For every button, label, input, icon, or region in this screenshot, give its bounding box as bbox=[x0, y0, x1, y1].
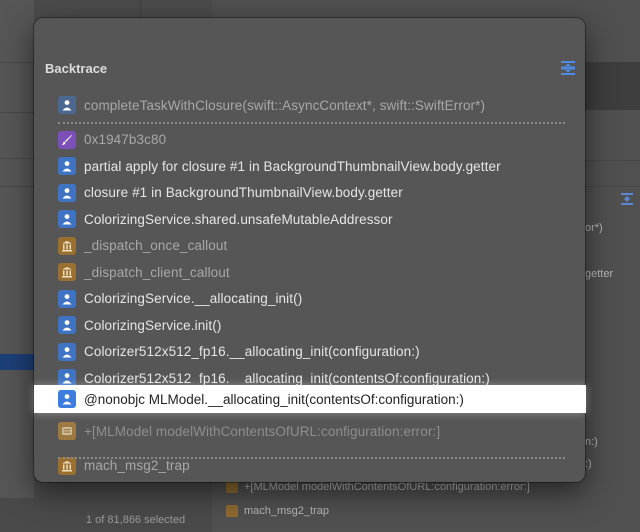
backtrace-frame[interactable]: +[MLModel modelWithContentsOfURL:configu… bbox=[34, 418, 585, 445]
frame-label: _dispatch_client_callout bbox=[84, 264, 230, 280]
background-frame-text: +[MLModel modelWithContentsOfURL:configu… bbox=[244, 481, 530, 493]
background-text: or*) bbox=[585, 222, 603, 234]
frame-label: ColorizingService.__allocating_init() bbox=[84, 291, 303, 307]
frame-label: ColorizingService.shared.unsafeMutableAd… bbox=[84, 211, 393, 227]
background-frame-text: mach_msg2_trap bbox=[244, 505, 329, 517]
row-divider bbox=[0, 112, 34, 113]
backtrace-frame[interactable]: _dispatch_once_callout bbox=[34, 233, 585, 260]
background-left-pane bbox=[0, 0, 34, 532]
frame-label: closure #1 in BackgroundThumbnailView.bo… bbox=[84, 185, 403, 201]
user-code-icon bbox=[58, 210, 76, 229]
library-icon bbox=[58, 456, 76, 475]
user-code-icon bbox=[58, 289, 76, 308]
frame-label: +[MLModel modelWithContentsOfURL:configu… bbox=[84, 423, 441, 439]
library-icon bbox=[58, 236, 76, 255]
frame-label: _dispatch_once_callout bbox=[84, 238, 228, 254]
backtrace-frame[interactable]: closure #1 in BackgroundThumbnailView.bo… bbox=[34, 180, 585, 207]
backtrace-frame[interactable]: 0x1947b3c80 bbox=[34, 127, 585, 154]
user-code-icon bbox=[58, 390, 76, 408]
frame-label: Colorizer512x512_fp16.__allocating_init(… bbox=[84, 370, 490, 386]
user-code-icon bbox=[58, 183, 76, 202]
row-divider bbox=[0, 62, 34, 63]
selected-backtrace-frame[interactable]: @nonobjc MLModel.__allocating_init(conte… bbox=[34, 385, 586, 413]
user-code-icon bbox=[58, 157, 76, 176]
frame-label: completeTaskWithClosure(swift::AsyncCont… bbox=[84, 97, 486, 113]
row-divider bbox=[0, 186, 34, 187]
library-icon bbox=[58, 422, 76, 441]
frame-label: Colorizer512x512_fp16.__allocating_init(… bbox=[84, 344, 420, 360]
user-code-icon bbox=[58, 96, 76, 115]
brush-icon bbox=[58, 130, 76, 149]
backtrace-frame[interactable]: ColorizingService.init() bbox=[34, 312, 585, 339]
frame-label: ColorizingService.init() bbox=[84, 317, 222, 333]
library-icon bbox=[226, 505, 238, 517]
frame-label: partial apply for closure #1 in Backgrou… bbox=[84, 158, 501, 174]
selection-status: 1 of 81,866 selected bbox=[86, 514, 186, 526]
collapse-icon[interactable] bbox=[560, 60, 576, 76]
background-text: n:) bbox=[585, 436, 598, 448]
frame-label: @nonobjc MLModel.__allocating_init(conte… bbox=[84, 391, 464, 407]
frame-separator bbox=[58, 122, 565, 124]
row-divider bbox=[0, 158, 34, 159]
library-icon bbox=[58, 263, 76, 282]
backtrace-frame[interactable]: ColorizingService.__allocating_init() bbox=[34, 286, 585, 313]
backtrace-frame[interactable]: completeTaskWithClosure(swift::AsyncCont… bbox=[34, 92, 585, 119]
backtrace-frame[interactable]: _dispatch_client_callout bbox=[34, 259, 585, 286]
header-block bbox=[582, 62, 640, 110]
background-text: :) bbox=[585, 458, 592, 470]
frame-separator bbox=[58, 457, 565, 459]
frame-label: 0x1947b3c80 bbox=[84, 132, 167, 148]
frame-label: mach_msg2_trap bbox=[84, 458, 190, 474]
user-code-icon bbox=[58, 342, 76, 361]
backtrace-frame[interactable]: partial apply for closure #1 in Backgrou… bbox=[34, 153, 585, 180]
user-code-icon bbox=[58, 316, 76, 335]
background-text: getter bbox=[585, 268, 614, 280]
backtrace-frame[interactable]: ColorizingService.shared.unsafeMutableAd… bbox=[34, 206, 585, 233]
library-icon bbox=[226, 481, 238, 493]
backtrace-frame-list: completeTaskWithClosure(swift::AsyncCont… bbox=[34, 92, 585, 479]
backtrace-frame[interactable]: Colorizer512x512_fp16.__allocating_init(… bbox=[34, 339, 585, 366]
expand-icon[interactable] bbox=[620, 192, 634, 206]
popover-title: Backtrace bbox=[45, 61, 108, 76]
selected-row[interactable] bbox=[0, 354, 34, 370]
